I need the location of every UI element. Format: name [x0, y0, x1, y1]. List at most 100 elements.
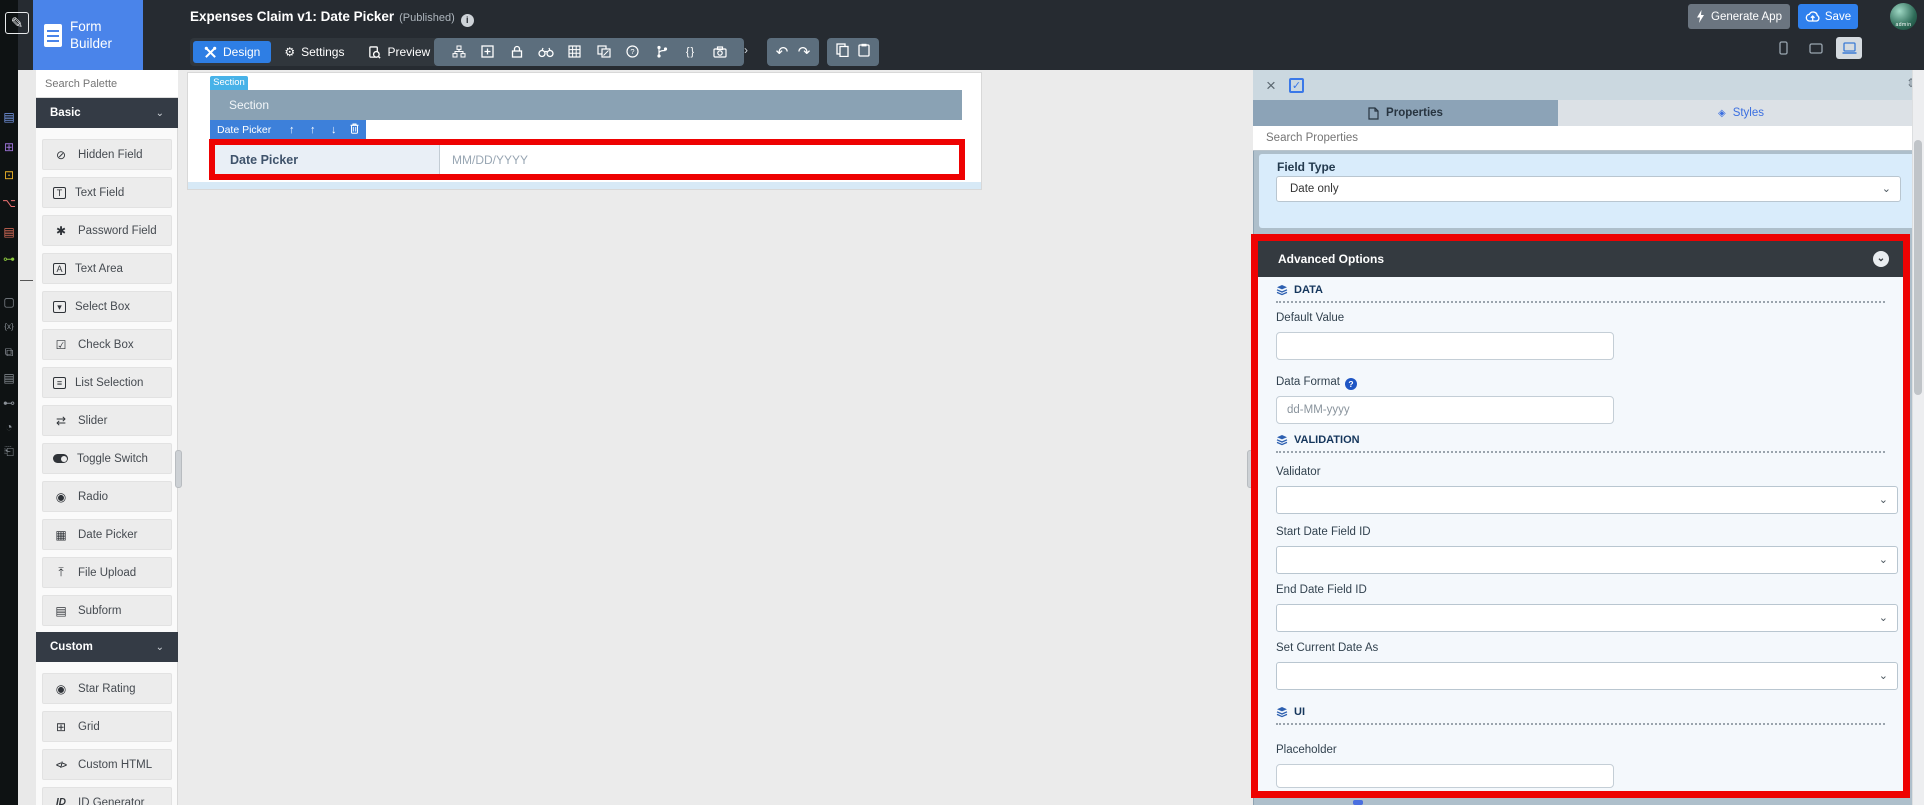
palette-item-subform[interactable]: ▤ Subform: [42, 595, 172, 626]
screenshot-camera-icon[interactable]: [705, 43, 734, 61]
palette-item-grid[interactable]: ⊞ Grid: [42, 711, 172, 742]
palette-item-hidden-field[interactable]: ⊘ Hidden Field: [42, 139, 172, 170]
tablet-view-icon[interactable]: [1803, 37, 1829, 59]
palette-search-input[interactable]: [36, 70, 178, 98]
field-type-label: Field Type: [1277, 160, 1336, 174]
move-down-icon[interactable]: ↓: [323, 124, 344, 136]
section-header-bar[interactable]: Section: [210, 90, 962, 120]
chevron-down-icon: ⌄: [1881, 183, 1891, 195]
select-box-icon: ▾: [53, 300, 66, 313]
tab-properties[interactable]: Properties: [1253, 100, 1558, 126]
palette-resize-handle[interactable]: [175, 450, 182, 488]
table-icon[interactable]: [560, 43, 589, 61]
form-structure-icon[interactable]: [444, 43, 473, 61]
properties-doc-icon: [1368, 106, 1379, 120]
permission-green-icon[interactable]: ⊶: [0, 252, 18, 266]
user-avatar[interactable]: admin: [1890, 3, 1917, 30]
validator-select[interactable]: ⌄: [1276, 486, 1898, 514]
palette-item-file-upload[interactable]: ⤒ File Upload: [42, 557, 172, 588]
text-field-icon: T: [53, 186, 66, 199]
internationalization-icon[interactable]: [589, 43, 618, 61]
json-icon[interactable]: {}: [676, 46, 705, 58]
data-format-input[interactable]: [1276, 396, 1614, 424]
design-tab[interactable]: Design: [193, 41, 272, 63]
exit-icon[interactable]: ⎗: [0, 444, 18, 458]
toolbar-more-chevron[interactable]: ›: [744, 43, 748, 57]
info-icon[interactable]: i: [460, 14, 474, 27]
field-id-icon[interactable]: [473, 43, 502, 61]
gear-icon: ⚙: [284, 45, 296, 59]
i18n-icon[interactable]: ⧉: [0, 345, 18, 359]
svg-text:?: ?: [630, 47, 634, 56]
plugin-icon[interactable]: ⊷: [0, 396, 18, 410]
start-date-field-id-label: Start Date Field ID: [1276, 526, 1371, 538]
move-up-icon[interactable]: ↑: [281, 124, 302, 136]
end-date-field-id-select[interactable]: ⌄: [1276, 604, 1898, 632]
palette-group-basic[interactable]: Basic ⌄: [36, 98, 178, 128]
datalist-purple-icon[interactable]: ⊞: [0, 140, 18, 154]
field-label-cell[interactable]: Date Picker: [215, 145, 440, 174]
date-picker-icon: ▦: [55, 527, 67, 542]
date-input-preview[interactable]: MM/DD/YYYY: [440, 145, 959, 174]
help-icon[interactable]: ?: [618, 43, 647, 61]
help-tooltip-icon[interactable]: ?: [1344, 378, 1357, 390]
palette-item-check-box[interactable]: ☑ Check Box: [42, 329, 172, 360]
process-red-icon[interactable]: ⌥: [0, 196, 18, 210]
desktop-view-icon[interactable]: [1836, 37, 1862, 59]
version-branch-icon[interactable]: [647, 43, 676, 61]
palette-item-radio[interactable]: ◉ Radio: [42, 481, 172, 512]
palette-item-list-selection[interactable]: ≡ List Selection: [42, 367, 172, 398]
permission-lock-icon[interactable]: [502, 43, 531, 61]
save-button[interactable]: Save: [1798, 4, 1858, 29]
tab-styles[interactable]: ◈ Styles: [1558, 100, 1924, 126]
paste-icon[interactable]: [855, 43, 873, 61]
palette-item-text-field[interactable]: T Text Field: [42, 177, 172, 208]
set-current-date-as-select[interactable]: ⌄: [1276, 662, 1898, 690]
palette-item-select-box[interactable]: ▾ Select Box: [42, 291, 172, 322]
palette-item-password-field[interactable]: ✱ Password Field: [42, 215, 172, 246]
close-icon[interactable]: ×: [1266, 77, 1276, 94]
move-top-icon[interactable]: ↑: [302, 124, 323, 136]
variable-icon[interactable]: {x}: [0, 320, 18, 334]
palette-item-slider[interactable]: ⇄ Slider: [42, 405, 172, 436]
form-blue-icon[interactable]: ▤: [0, 110, 18, 124]
report-red-icon[interactable]: ▤: [0, 225, 18, 239]
delete-trash-icon[interactable]: [344, 123, 365, 137]
monitor-gauge-icon[interactable]: ◔: [0, 420, 18, 434]
placeholder-label: Placeholder: [1276, 744, 1337, 756]
report-doc-icon[interactable]: ▤: [0, 371, 18, 385]
palette-item-text-area[interactable]: A Text Area: [42, 253, 172, 284]
star-rating-icon: ◉: [55, 681, 67, 696]
palette-item-star-rating[interactable]: ◉ Star Rating: [42, 673, 172, 704]
page-title: Expenses Claim v1: Date Picker (Published…: [190, 9, 474, 27]
settings-tab[interactable]: ⚙ Settings: [273, 41, 355, 63]
palette-item-id-generator[interactable]: ID ID Generator: [42, 787, 172, 805]
layers-icon: [1276, 435, 1288, 446]
placeholder-input[interactable]: [1276, 764, 1614, 788]
panel-scrollbar-thumb[interactable]: [1914, 140, 1922, 395]
device-preview-switcher: [1770, 37, 1862, 59]
notes-icon[interactable]: ▢: [0, 295, 18, 309]
start-date-field-id-select[interactable]: ⌄: [1276, 546, 1898, 574]
generate-app-button[interactable]: Generate App: [1688, 4, 1790, 29]
section-tab[interactable]: Section: [210, 76, 248, 90]
edit-pencil-icon[interactable]: ✎: [5, 12, 29, 34]
undo-icon[interactable]: ↶: [773, 43, 791, 61]
logo-text-line1: Form: [70, 19, 102, 34]
default-value-input[interactable]: [1276, 332, 1614, 360]
preview-tab[interactable]: Preview: [357, 41, 441, 63]
userview-yellow-icon[interactable]: ⊡: [0, 168, 18, 182]
field-type-select[interactable]: Date only ⌄: [1276, 176, 1901, 202]
checkbox-icon[interactable]: ✓: [1288, 77, 1304, 93]
collapse-chevron-icon[interactable]: ⌄: [1873, 251, 1889, 267]
find-binoculars-icon[interactable]: [531, 43, 560, 61]
palette-item-date-picker[interactable]: ▦ Date Picker: [42, 519, 172, 550]
palette-group-custom[interactable]: Custom ⌄: [36, 632, 178, 662]
palette-item-custom-html[interactable]: </> Custom HTML: [42, 749, 172, 780]
copy-icon[interactable]: [833, 43, 851, 61]
mobile-view-icon[interactable]: [1770, 37, 1796, 59]
redo-icon[interactable]: ↷: [795, 43, 813, 61]
palette-item-toggle-switch[interactable]: Toggle Switch: [42, 443, 172, 474]
properties-search-input[interactable]: [1253, 126, 1924, 151]
advanced-options-header[interactable]: Advanced Options ⌄: [1258, 241, 1903, 277]
